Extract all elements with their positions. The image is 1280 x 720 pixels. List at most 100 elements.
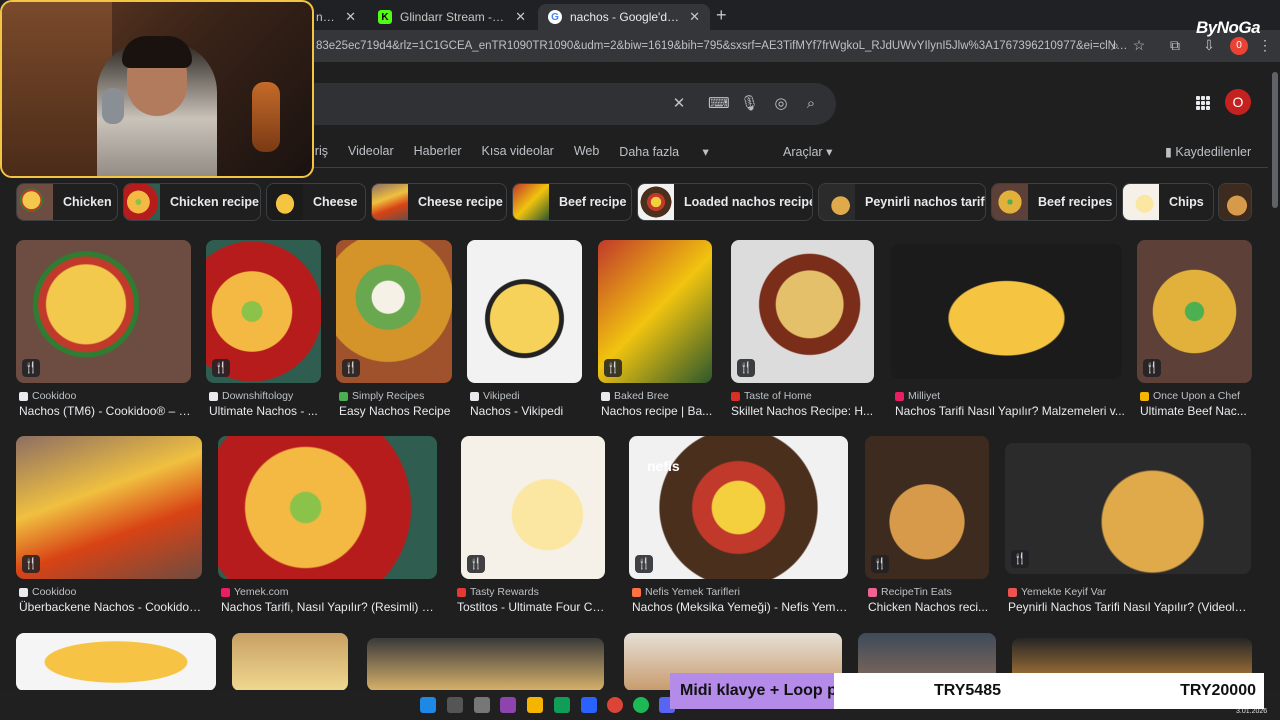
- tools-button[interactable]: Araçlar ▾: [783, 144, 832, 159]
- downloads-icon[interactable]: ⇩: [1200, 36, 1218, 54]
- result-title[interactable]: Nachos (Meksika Yemeği) - Nefis Yeme...: [632, 600, 850, 614]
- result-image[interactable]: 🍴: [16, 436, 202, 579]
- avatar[interactable]: O: [1225, 89, 1251, 115]
- result-source[interactable]: Yemek.com: [221, 586, 437, 598]
- tab-news[interactable]: Haberler: [414, 144, 462, 160]
- result-source[interactable]: Cookidoo: [19, 586, 204, 598]
- chrome-icon[interactable]: [607, 697, 623, 713]
- result-title[interactable]: Ultimate Nachos - ...: [209, 404, 323, 418]
- result-title[interactable]: Nachos recipe | Ba...: [601, 404, 717, 418]
- result-source[interactable]: Downshiftology: [209, 390, 323, 402]
- result-source[interactable]: Nefis Yemek Tarifleri: [632, 586, 850, 598]
- keyboard-icon[interactable]: ⌨: [708, 95, 730, 113]
- site-favicon-icon: [731, 391, 740, 401]
- menu-kebab-icon[interactable]: ⋮: [1256, 36, 1274, 54]
- taskbar-search-icon[interactable]: [447, 697, 463, 713]
- chip-chicken-recipe[interactable]: Chicken recipe: [123, 183, 261, 221]
- result-title[interactable]: Überbackene Nachos - Cookidoo...: [19, 600, 204, 614]
- file-explorer-icon[interactable]: [527, 697, 543, 713]
- widgets-icon[interactable]: [500, 697, 516, 713]
- close-icon[interactable]: ✕: [515, 9, 526, 25]
- chip-beef-recipes[interactable]: Beef recipes: [991, 183, 1117, 221]
- result-title[interactable]: Tostitos - Ultimate Four Ch...: [457, 600, 607, 614]
- edge-icon[interactable]: [554, 697, 570, 713]
- chip-loaded-nachos-recipe[interactable]: Loaded nachos recipe: [637, 183, 813, 221]
- chip-peynirli-nachos-tarifi[interactable]: Peynirli nachos tarifi: [818, 183, 986, 221]
- result-image[interactable]: 🍴: [461, 436, 605, 579]
- result-image[interactable]: [367, 638, 604, 691]
- result-image[interactable]: 🍴: [731, 240, 874, 383]
- search-input[interactable]: ✕ ⌨ 🎙 ◎ ⌕: [230, 83, 836, 125]
- result-image[interactable]: 🍴: [1137, 240, 1252, 383]
- clear-icon[interactable]: ✕: [670, 95, 688, 113]
- result-source[interactable]: Taste of Home: [731, 390, 876, 402]
- result-source[interactable]: Vikipedi: [470, 390, 586, 402]
- result-source[interactable]: Cookidoo: [19, 390, 189, 402]
- profile-badge[interactable]: 0: [1230, 37, 1248, 55]
- result-source[interactable]: RecipeTin Eats: [868, 586, 990, 598]
- tab-videos[interactable]: Videolar: [348, 144, 394, 160]
- result-image[interactable]: [232, 633, 348, 691]
- chip-chips[interactable]: Chips: [1122, 183, 1214, 221]
- result-image[interactable]: 🍴: [336, 240, 452, 383]
- page-scrollbar[interactable]: [1270, 62, 1280, 690]
- extensions-icon[interactable]: ⧉: [1166, 36, 1184, 54]
- result-image[interactable]: [467, 240, 582, 383]
- chip-more[interactable]: [1218, 183, 1252, 221]
- result-title[interactable]: Ultimate Beef Nac...: [1140, 404, 1252, 418]
- result-image[interactable]: 🍴: [1005, 443, 1251, 574]
- saved-button[interactable]: ▮ Kaydedilenler: [1165, 144, 1251, 159]
- chip-thumbnail: [1219, 184, 1251, 220]
- result-title[interactable]: Nachos (TM6) - Cookidoo® – r...: [19, 404, 191, 418]
- result-source[interactable]: Tasty Rewards: [457, 586, 607, 598]
- result-source[interactable]: Once Upon a Chef: [1140, 390, 1254, 402]
- result-source[interactable]: Yemekte Keyif Var: [1008, 586, 1253, 598]
- result-title[interactable]: Nachos Tarifi, Nasıl Yapılır? (Resimli) …: [221, 600, 437, 614]
- chip-cheese[interactable]: Cheese: [266, 183, 366, 221]
- bookmark-star-icon[interactable]: ☆: [1130, 36, 1148, 54]
- chip-cheese-recipe[interactable]: Cheese recipe: [371, 183, 507, 221]
- task-view-icon[interactable]: [474, 697, 490, 713]
- result-title[interactable]: Skillet Nachos Recipe: H...: [731, 404, 876, 418]
- result-image[interactable]: 🍴: [206, 240, 321, 383]
- zoom-icon[interactable]: ⌕: [1106, 36, 1124, 54]
- chip-chicken[interactable]: Chicken: [16, 183, 118, 221]
- site-favicon-icon: [1140, 391, 1149, 401]
- tab-more[interactable]: Daha fazla ▾: [619, 144, 709, 160]
- browser-tab-2[interactable]: K Glindarr Stream - Watch Live on Ki ✕: [368, 4, 536, 30]
- search-icon[interactable]: ⌕: [802, 95, 820, 113]
- tab-web[interactable]: Web: [574, 144, 599, 160]
- result-source[interactable]: Milliyet: [895, 390, 1125, 402]
- close-icon[interactable]: ✕: [689, 9, 700, 25]
- store-icon[interactable]: [581, 697, 597, 713]
- new-tab-icon[interactable]: +: [716, 5, 727, 26]
- result-image[interactable]: [891, 244, 1122, 379]
- windows-start-icon[interactable]: [420, 697, 436, 713]
- spotify-icon[interactable]: [633, 697, 649, 713]
- result-image[interactable]: 🍴: [16, 240, 191, 383]
- address-bar[interactable]: 83e25ec719d4&rlz=1C1GCEA_enTR1090TR1090&…: [300, 34, 1130, 58]
- result-image[interactable]: [218, 436, 437, 579]
- tab-short-videos[interactable]: Kısa videolar: [482, 144, 554, 160]
- browser-tab-1[interactable]: n Yedik ✕: [306, 4, 366, 30]
- microphone-icon[interactable]: 🎙: [740, 95, 759, 113]
- browser-tab-3[interactable]: G nachos - Google'da Ara ✕: [538, 4, 710, 30]
- result-source[interactable]: Simply Recipes: [339, 390, 457, 402]
- close-icon[interactable]: ✕: [345, 9, 356, 25]
- scrollbar-thumb[interactable]: [1272, 72, 1278, 208]
- chip-label: Peynirli nachos tarifi: [865, 195, 986, 209]
- result-source[interactable]: Baked Bree: [601, 390, 717, 402]
- tab-all[interactable]: iriş: [312, 144, 328, 160]
- result-image[interactable]: 🍴: [598, 240, 712, 383]
- result-title[interactable]: Easy Nachos Recipe: [339, 404, 457, 418]
- result-title[interactable]: Nachos Tarifi Nasıl Yapılır? Malzemeleri…: [895, 404, 1125, 418]
- chip-beef-recipe[interactable]: Beef recipe: [512, 183, 632, 221]
- result-title[interactable]: Peynirli Nachos Tarifi Nasıl Yapılır? (V…: [1008, 600, 1251, 614]
- result-image[interactable]: 🍴 nefis: [629, 436, 848, 579]
- result-image[interactable]: [16, 633, 216, 691]
- result-title[interactable]: Chicken Nachos reci...: [868, 600, 990, 614]
- result-image[interactable]: 🍴: [865, 436, 989, 579]
- lens-icon[interactable]: ◎: [772, 95, 790, 113]
- result-title[interactable]: Nachos - Vikipedi: [470, 404, 586, 418]
- apps-grid-icon[interactable]: [1196, 96, 1210, 110]
